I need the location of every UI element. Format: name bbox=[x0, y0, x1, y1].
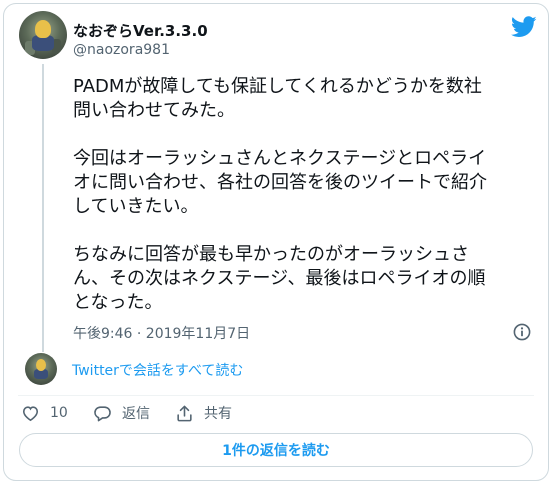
read-replies-button[interactable]: 1件の返信を読む bbox=[19, 433, 533, 467]
twitter-bird-icon[interactable] bbox=[511, 16, 537, 38]
reply-label: 返信 bbox=[122, 406, 150, 422]
author-name[interactable]: なおぞらVer.3.3.0 bbox=[73, 20, 208, 41]
reply-icon bbox=[94, 405, 111, 421]
like-count: 10 bbox=[50, 405, 68, 421]
divider bbox=[18, 395, 534, 396]
read-replies-label: 1件の返信を読む bbox=[222, 443, 330, 459]
heart-icon bbox=[22, 405, 39, 421]
share-label: 共有 bbox=[204, 406, 232, 422]
tweet-text: PADMが故障しても保証してくれるかどうかを数社 問い合わせてみた。 今回はオー… bbox=[73, 76, 487, 313]
thread-line bbox=[42, 64, 44, 352]
thread-avatar[interactable] bbox=[25, 353, 57, 385]
share-button[interactable]: 共有 bbox=[175, 402, 232, 424]
share-icon bbox=[177, 405, 192, 421]
reply-button[interactable]: 返信 bbox=[93, 402, 150, 424]
author-handle[interactable]: @naozora981 bbox=[73, 42, 170, 58]
read-conversation-link[interactable]: Twitterで会話をすべて読む bbox=[72, 360, 243, 380]
author-avatar[interactable] bbox=[19, 11, 67, 59]
info-icon[interactable] bbox=[513, 323, 531, 341]
tweet-timestamp[interactable]: 午後9:46 · 2019年11月7日 bbox=[73, 323, 250, 343]
like-button[interactable]: 10 bbox=[21, 402, 68, 424]
